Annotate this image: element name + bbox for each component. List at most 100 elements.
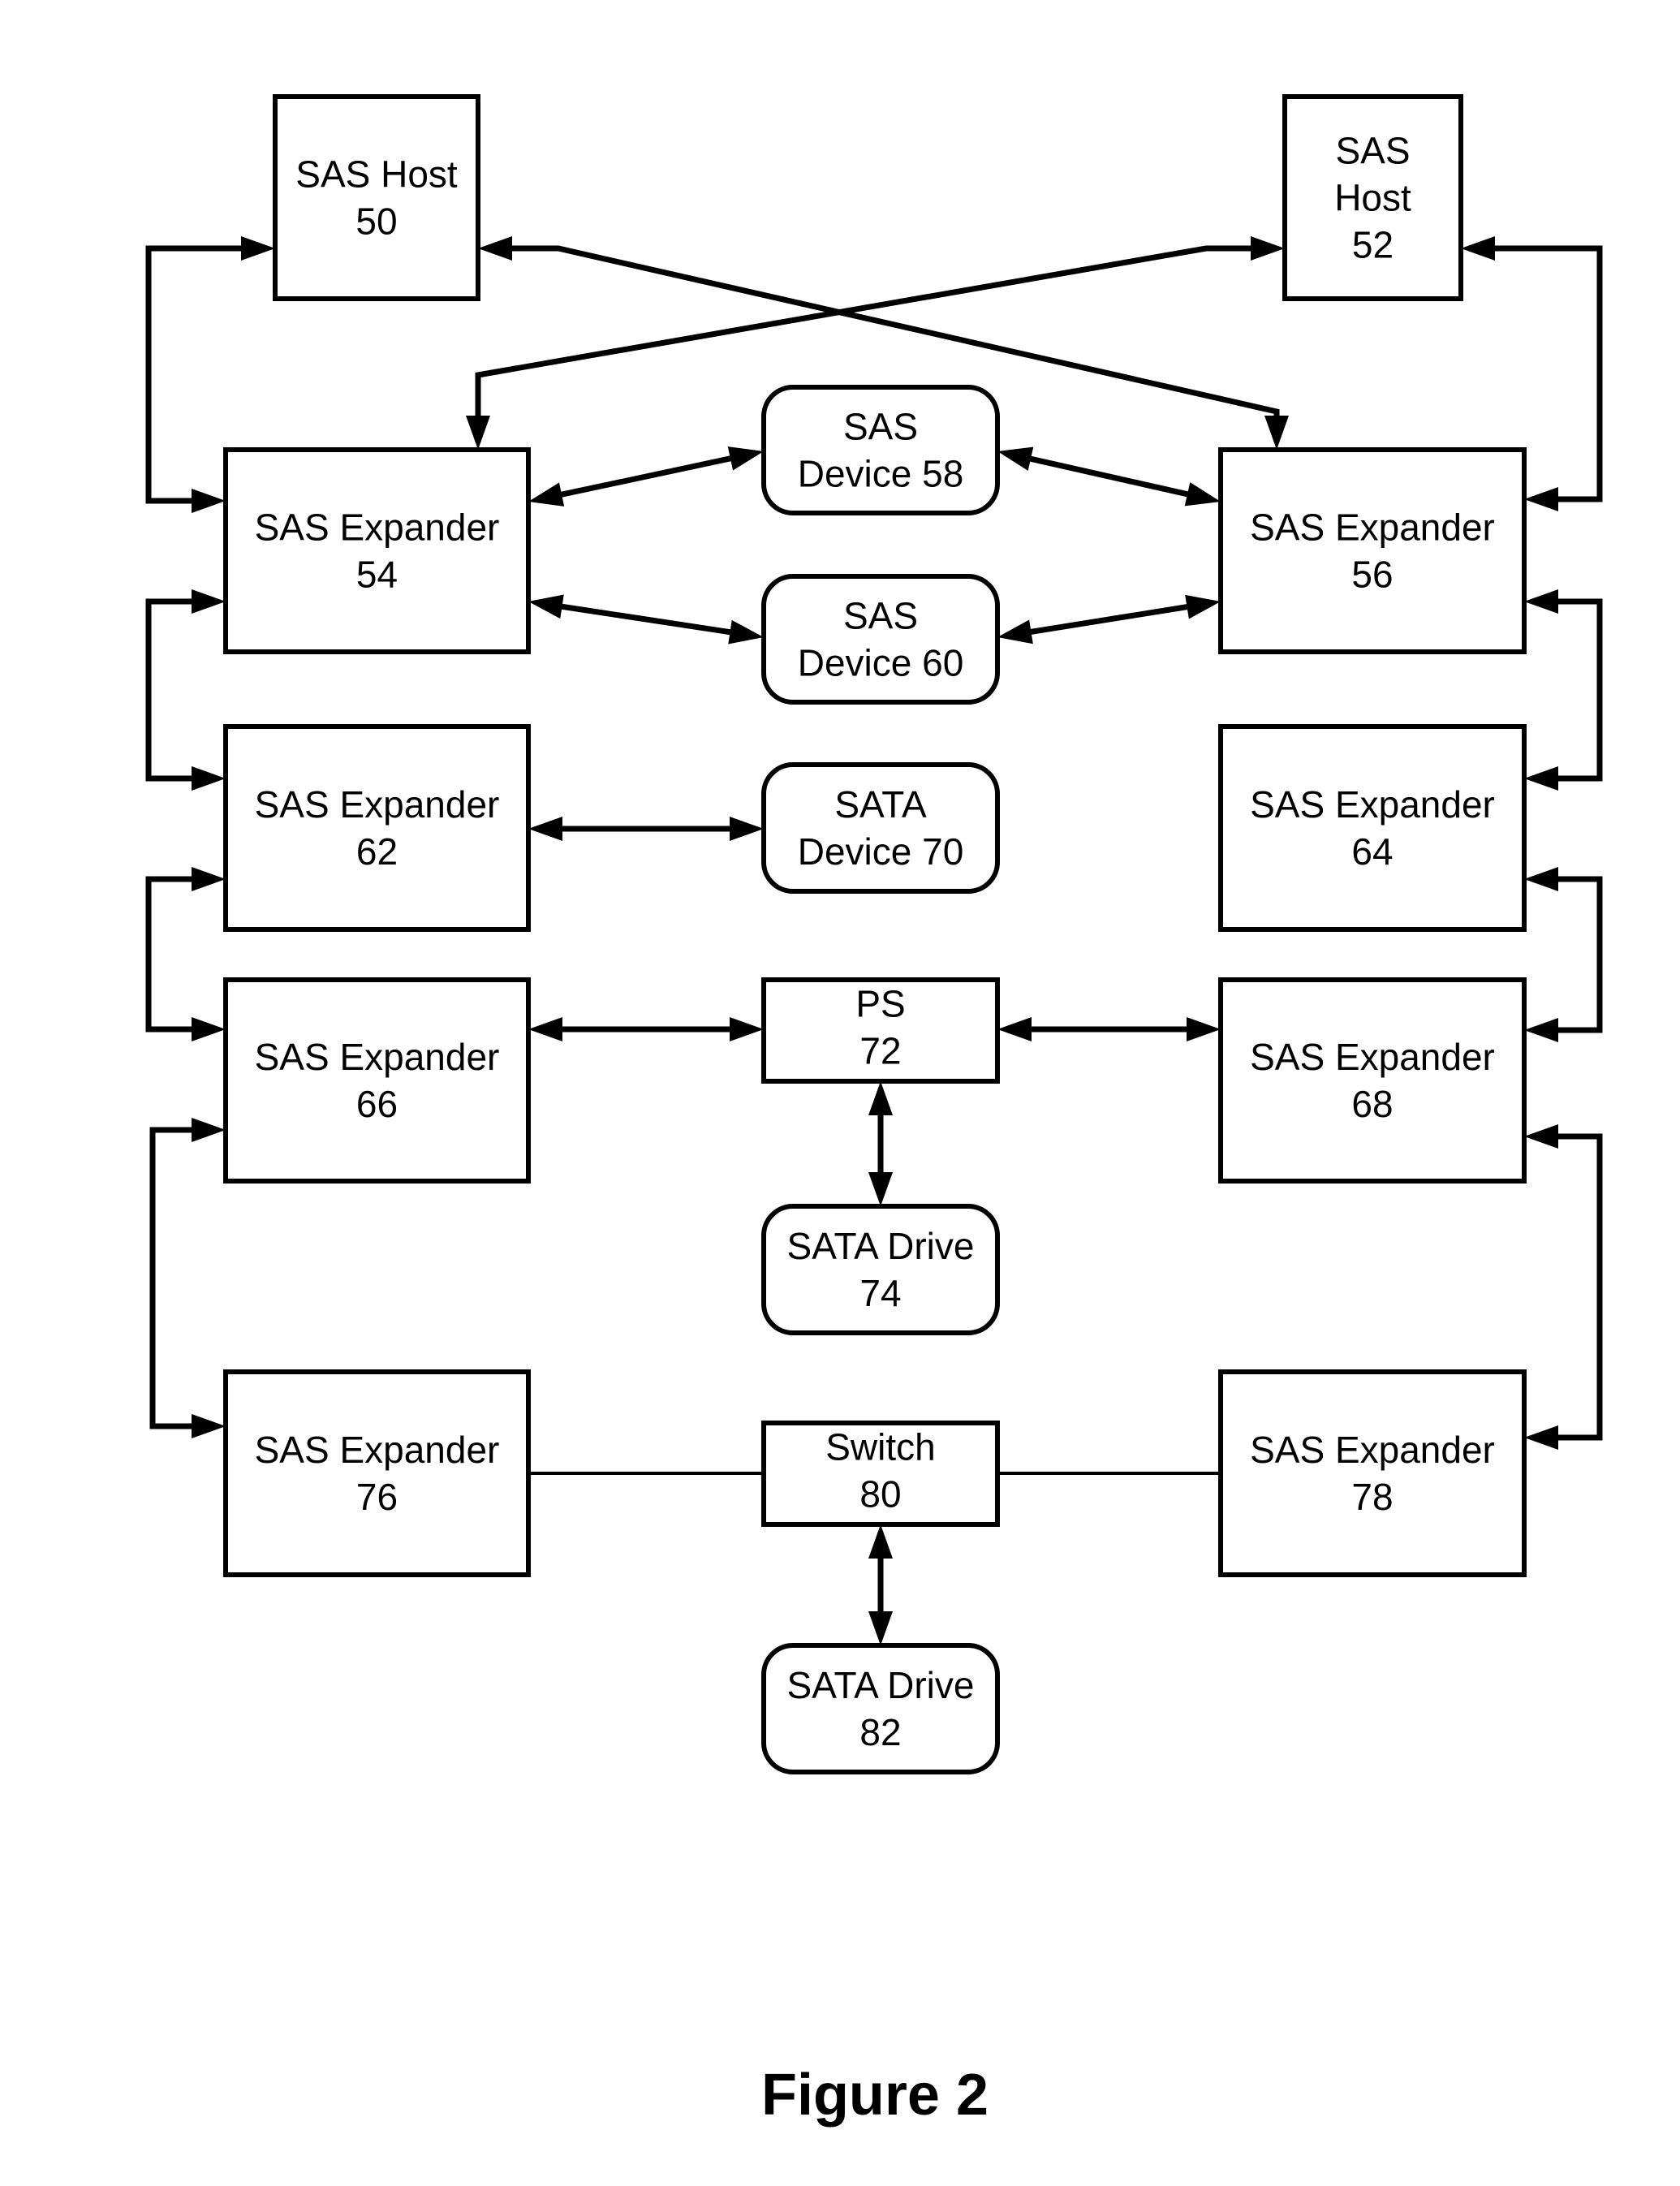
connection-dev58-exp56 (997, 446, 1221, 507)
node-label: SAS Host (295, 153, 458, 196)
node-label: SATA Drive (787, 1664, 975, 1706)
connection-exp66-exp76 (149, 1118, 226, 1438)
node-label: 66 (356, 1083, 398, 1125)
node-label: 62 (356, 830, 398, 873)
arrowhead-icon (997, 1017, 1032, 1041)
connection-exp62-sata70 (528, 817, 764, 841)
arrowhead-icon (1184, 482, 1221, 507)
arrowhead-icon (528, 1017, 562, 1041)
connector-line (552, 602, 740, 636)
arrowhead-icon (1251, 236, 1285, 261)
arrowhead-icon (1524, 487, 1558, 511)
arrowhead-icon (1524, 867, 1558, 891)
node-sata-device-70: SATADevice 70 (761, 762, 1000, 894)
arrowhead-icon (192, 766, 226, 791)
connector-line (1020, 454, 1198, 499)
arrowhead-icon (241, 236, 275, 261)
arrowhead-icon (727, 446, 764, 471)
node-label: PS (855, 983, 905, 1025)
component-box (1218, 724, 1527, 932)
arrowhead-icon (1264, 416, 1289, 450)
arrowhead-icon (1185, 594, 1221, 619)
node-sas-host-50: SAS Host50 (273, 94, 480, 301)
node-sas-expander-66: SAS Expander 66 (223, 977, 531, 1184)
node-label: 74 (859, 1272, 901, 1314)
connector-line (1549, 598, 1603, 782)
arrowhead-icon (868, 1172, 893, 1206)
arrowhead-icon (192, 589, 226, 614)
node-label: 76 (356, 1476, 398, 1518)
arrowhead-icon (997, 619, 1033, 645)
arrowhead-icon (1524, 589, 1558, 614)
arrowhead-icon (528, 482, 565, 507)
connection-ps72-exp68 (997, 1017, 1221, 1041)
node-label: 52 (1352, 224, 1394, 266)
node-label: Host (1334, 177, 1411, 219)
arrowhead-icon (466, 416, 490, 450)
connector-line (551, 453, 741, 500)
node-label: SATA Drive (787, 1225, 975, 1267)
connection-exp54-exp62 (145, 589, 226, 791)
node-label: 68 (1351, 1083, 1393, 1125)
arrowhead-icon (868, 1081, 893, 1115)
arrowhead-icon (1524, 1124, 1558, 1149)
component-box (223, 1369, 531, 1577)
node-sata-drive-82: SATA Drive 82 (761, 1643, 1000, 1774)
component-box (273, 94, 480, 301)
arrowhead-icon (192, 1017, 226, 1041)
component-box (1218, 977, 1527, 1184)
arrowhead-icon (1524, 1018, 1558, 1042)
connection-exp62-exp66 (145, 867, 226, 1041)
connection-exp54-dev60 (528, 594, 764, 645)
connector-line (149, 1127, 201, 1429)
node-sas-expander-56: SAS Expander 56 (1218, 447, 1527, 654)
connector-line (1021, 602, 1197, 636)
node-label: 72 (859, 1030, 901, 1072)
node-sas-expander-76: SAS Expander 76 (223, 1369, 531, 1577)
arrowhead-icon (728, 619, 764, 645)
node-label: Device 70 (798, 830, 964, 873)
node-label: 54 (356, 554, 398, 596)
arrowhead-icon (478, 236, 512, 261)
nodes-layer: SAS Host50SASHost52SAS Expander54SAS Exp… (223, 94, 1527, 1774)
arrowhead-icon (192, 489, 226, 513)
node-label: SAS (1335, 130, 1410, 172)
arrowhead-icon (730, 817, 764, 841)
node-label: SATA (834, 783, 927, 826)
connection-dev60-exp56 (997, 594, 1221, 645)
node-sata-drive-74: SATA Drive 74 (761, 1204, 1000, 1335)
connection-exp56-exp64 (1524, 589, 1603, 791)
component-box (1218, 447, 1527, 654)
node-label: SAS Expander (1250, 1429, 1495, 1471)
node-label: SAS Expander (1250, 507, 1495, 549)
connection-switch80-drive82 (868, 1524, 893, 1645)
node-label: 64 (1351, 830, 1393, 873)
arrowhead-icon (1524, 1425, 1558, 1450)
node-sas-expander-68: SAS Expander 68 (1218, 977, 1527, 1184)
sas-topology-diagram: SAS Host50SASHost52SAS Expander54SAS Exp… (145, 94, 1603, 1774)
figure-caption: Figure 2 (760, 2063, 989, 2128)
node-label: 56 (1351, 554, 1393, 596)
node-label: SAS (843, 406, 918, 448)
connection-exp66-ps72 (528, 1017, 764, 1041)
node-sas-expander-54: SAS Expander 54 (223, 447, 531, 654)
node-label: SAS (843, 595, 918, 637)
component-box (223, 977, 531, 1184)
component-box (223, 447, 531, 654)
arrowhead-icon (730, 1017, 764, 1041)
node-sas-expander-62: SAS Expander62 (223, 724, 531, 932)
node-label: 80 (859, 1473, 901, 1516)
node-sas-expander-78: SAS Expander 78 (1218, 1369, 1527, 1577)
arrowhead-icon (1461, 236, 1495, 261)
arrowhead-icon (868, 1611, 893, 1645)
connector-line (145, 598, 201, 782)
node-sas-device-58: SAS Device 58 (761, 385, 1000, 515)
node-label: 78 (1351, 1476, 1393, 1518)
arrowhead-icon (528, 594, 564, 619)
arrowhead-icon (192, 1118, 226, 1142)
node-sas-device-60: SAS Device 60 (761, 574, 1000, 705)
connection-ps72-drive74 (868, 1081, 893, 1206)
node-sas-expander-64: SAS Expander64 (1218, 724, 1527, 932)
connection-exp68-exp78 (1524, 1124, 1603, 1450)
arrowhead-icon (997, 446, 1034, 471)
